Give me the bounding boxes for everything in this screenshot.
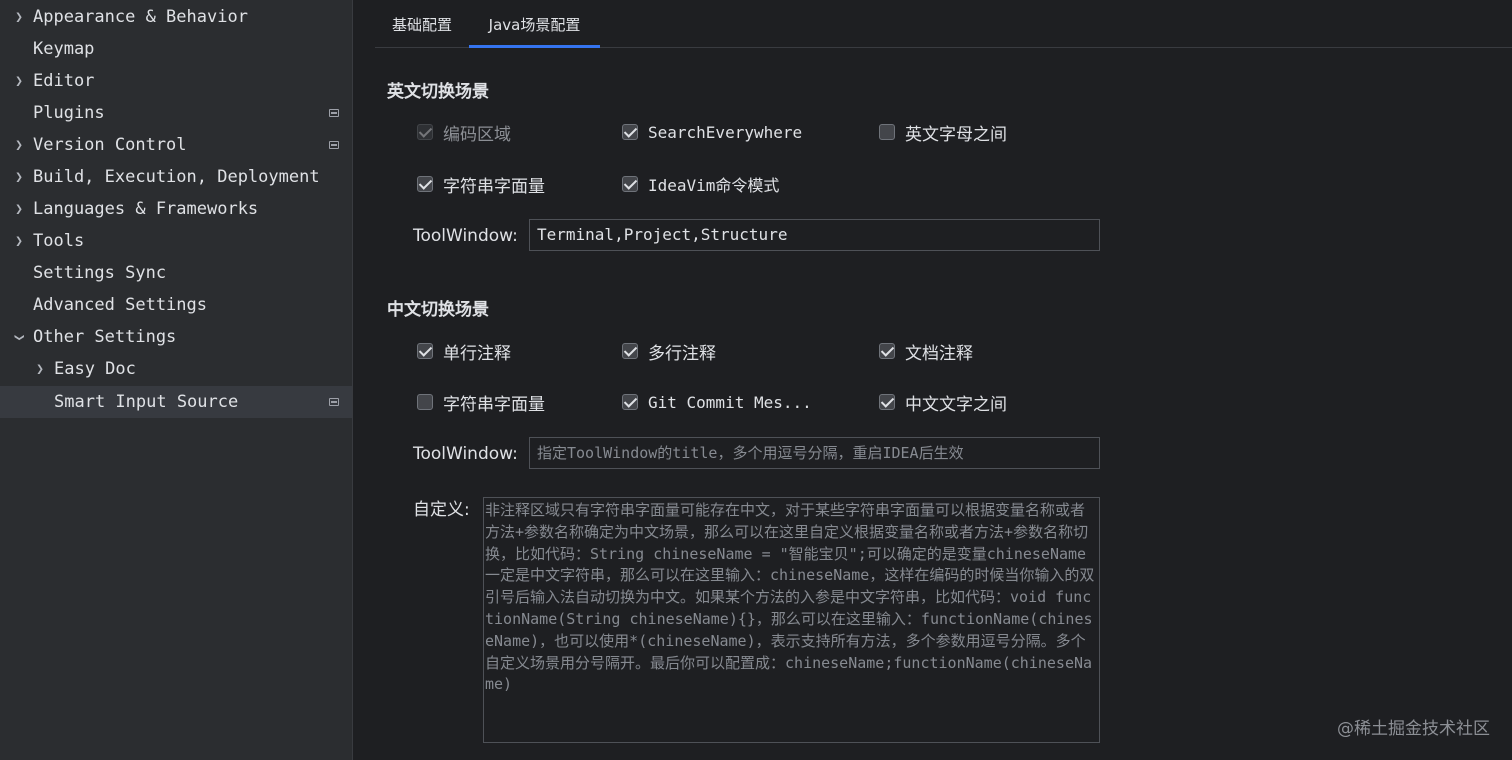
chevron-down-icon[interactable]: ❯ (12, 328, 27, 346)
sidebar-item-label: Smart Input Source (54, 392, 239, 412)
checkbox-checked-icon[interactable] (879, 394, 895, 410)
sidebar-item-build-execution-deployment[interactable]: ❯ Build, Execution, Deployment (0, 161, 352, 193)
sidebar-item-label: Appearance & Behavior (33, 7, 248, 27)
checkbox-label: 编码区域 (443, 124, 511, 145)
settings-sidebar: ❯ Appearance & Behavior Keymap ❯ Editor … (0, 0, 353, 760)
sidebar-item-version-control[interactable]: ❯ Version Control (0, 129, 352, 161)
chinese-section-title: 中文切换场景 (387, 300, 489, 320)
sidebar-item-label: Other Settings (33, 327, 177, 347)
sidebar-item-settings-sync[interactable]: Settings Sync (0, 257, 352, 289)
checkbox-checked-icon[interactable] (622, 176, 638, 192)
sidebar-item-label: Plugins (33, 103, 105, 123)
chevron-right-icon[interactable]: ❯ (10, 234, 28, 249)
checkbox-label: 英文字母之间 (905, 124, 1007, 145)
checkbox-label: 多行注释 (648, 343, 716, 364)
english-section-title: 英文切换场景 (387, 82, 489, 102)
checkbox-string-literal-en[interactable]: 字符串字面量 (417, 173, 545, 197)
chevron-right-icon[interactable]: ❯ (10, 202, 28, 217)
checkbox-code-area[interactable]: 编码区域 (417, 121, 511, 145)
sidebar-item-label: Keymap (33, 39, 95, 59)
sidebar-item-label: Easy Doc (54, 359, 136, 379)
project-level-icon (329, 398, 339, 406)
settings-tabs: 基础配置 Java场景配置 (375, 0, 1512, 48)
chevron-right-icon[interactable]: ❯ (31, 362, 49, 377)
checkbox-label: 字符串字面量 (443, 176, 545, 197)
toolwindow-label-en: ToolWindow: (413, 226, 518, 246)
sidebar-item-plugins[interactable]: Plugins (0, 97, 352, 129)
sidebar-item-label: Tools (33, 231, 85, 251)
custom-label: 自定义: (413, 500, 470, 520)
sidebar-item-advanced-settings[interactable]: Advanced Settings (0, 289, 352, 321)
checkbox-label: 中文文字之间 (905, 394, 1007, 415)
checkbox-unchecked-icon[interactable] (417, 394, 433, 410)
chevron-right-icon[interactable]: ❯ (10, 74, 28, 89)
chevron-right-icon[interactable]: ❯ (10, 170, 28, 185)
checkbox-label: SearchEverywhere (648, 122, 803, 142)
sidebar-item-languages-frameworks[interactable]: ❯ Languages & Frameworks (0, 193, 352, 225)
tab-basic-config[interactable]: 基础配置 (375, 0, 469, 47)
checkbox-checked-icon[interactable] (417, 124, 433, 140)
project-level-icon (329, 109, 339, 117)
chevron-right-icon[interactable]: ❯ (10, 138, 28, 153)
sidebar-item-easy-doc[interactable]: ❯ Easy Doc (0, 353, 352, 385)
sidebar-item-appearance-behavior[interactable]: ❯ Appearance & Behavior (0, 1, 352, 33)
sidebar-item-editor[interactable]: ❯ Editor (0, 65, 352, 97)
checkbox-label: 字符串字面量 (443, 394, 545, 415)
checkbox-single-line-comment[interactable]: 单行注释 (417, 340, 511, 364)
sidebar-item-label: Editor (33, 71, 95, 91)
chevron-right-icon[interactable]: ❯ (10, 10, 28, 25)
sidebar-item-other-settings[interactable]: ❯ Other Settings (0, 321, 352, 353)
checkbox-search-everywhere[interactable]: SearchEverywhere (622, 121, 802, 143)
sidebar-item-label: Languages & Frameworks (33, 199, 259, 219)
checkbox-ideavim-command-mode[interactable]: IdeaVim命令模式 (622, 173, 779, 195)
checkbox-checked-icon[interactable] (622, 343, 638, 359)
checkbox-label: Git Commit Mes... (648, 392, 812, 412)
checkbox-string-literal-zh[interactable]: 字符串字面量 (417, 391, 545, 415)
sidebar-item-keymap[interactable]: Keymap (0, 33, 352, 65)
checkbox-label: 文档注释 (905, 343, 973, 364)
checkbox-checked-icon[interactable] (417, 176, 433, 192)
toolwindow-input-en[interactable]: Terminal,Project,Structure (529, 219, 1100, 251)
checkbox-label: 单行注释 (443, 343, 511, 364)
checkbox-doc-comment[interactable]: 文档注释 (879, 340, 973, 364)
sidebar-item-label: Build, Execution, Deployment (33, 167, 320, 187)
checkbox-multi-line-comment[interactable]: 多行注释 (622, 340, 716, 364)
custom-scene-textarea[interactable]: 非注释区域只有字符串字面量可能存在中文，对于某些字符串字面量可以根据变量名称或者… (483, 497, 1100, 743)
checkbox-label: IdeaVim命令模式 (648, 176, 780, 195)
checkbox-git-commit-message[interactable]: Git Commit Mes... (622, 391, 812, 413)
checkbox-between-english-letters[interactable]: 英文字母之间 (879, 121, 1007, 145)
project-level-icon (329, 141, 339, 149)
watermark: @稀土掘金技术社区 (1337, 719, 1490, 739)
checkbox-checked-icon[interactable] (622, 124, 638, 140)
sidebar-item-label: Advanced Settings (33, 295, 207, 315)
checkbox-checked-icon[interactable] (417, 343, 433, 359)
toolwindow-input-zh[interactable]: 指定ToolWindow的title，多个用逗号分隔，重启IDEA后生效 (529, 437, 1100, 469)
sidebar-item-tools[interactable]: ❯ Tools (0, 225, 352, 257)
checkbox-checked-icon[interactable] (879, 343, 895, 359)
sidebar-item-label: Version Control (33, 135, 187, 155)
checkbox-between-chinese-chars[interactable]: 中文文字之间 (879, 391, 1007, 415)
toolwindow-label-zh: ToolWindow: (413, 444, 518, 464)
sidebar-item-label: Settings Sync (33, 263, 167, 283)
tab-java-scene-config[interactable]: Java场景配置 (469, 0, 600, 48)
checkbox-unchecked-icon[interactable] (879, 124, 895, 140)
checkbox-checked-icon[interactable] (622, 394, 638, 410)
sidebar-item-smart-input-source[interactable]: Smart Input Source (0, 386, 352, 418)
